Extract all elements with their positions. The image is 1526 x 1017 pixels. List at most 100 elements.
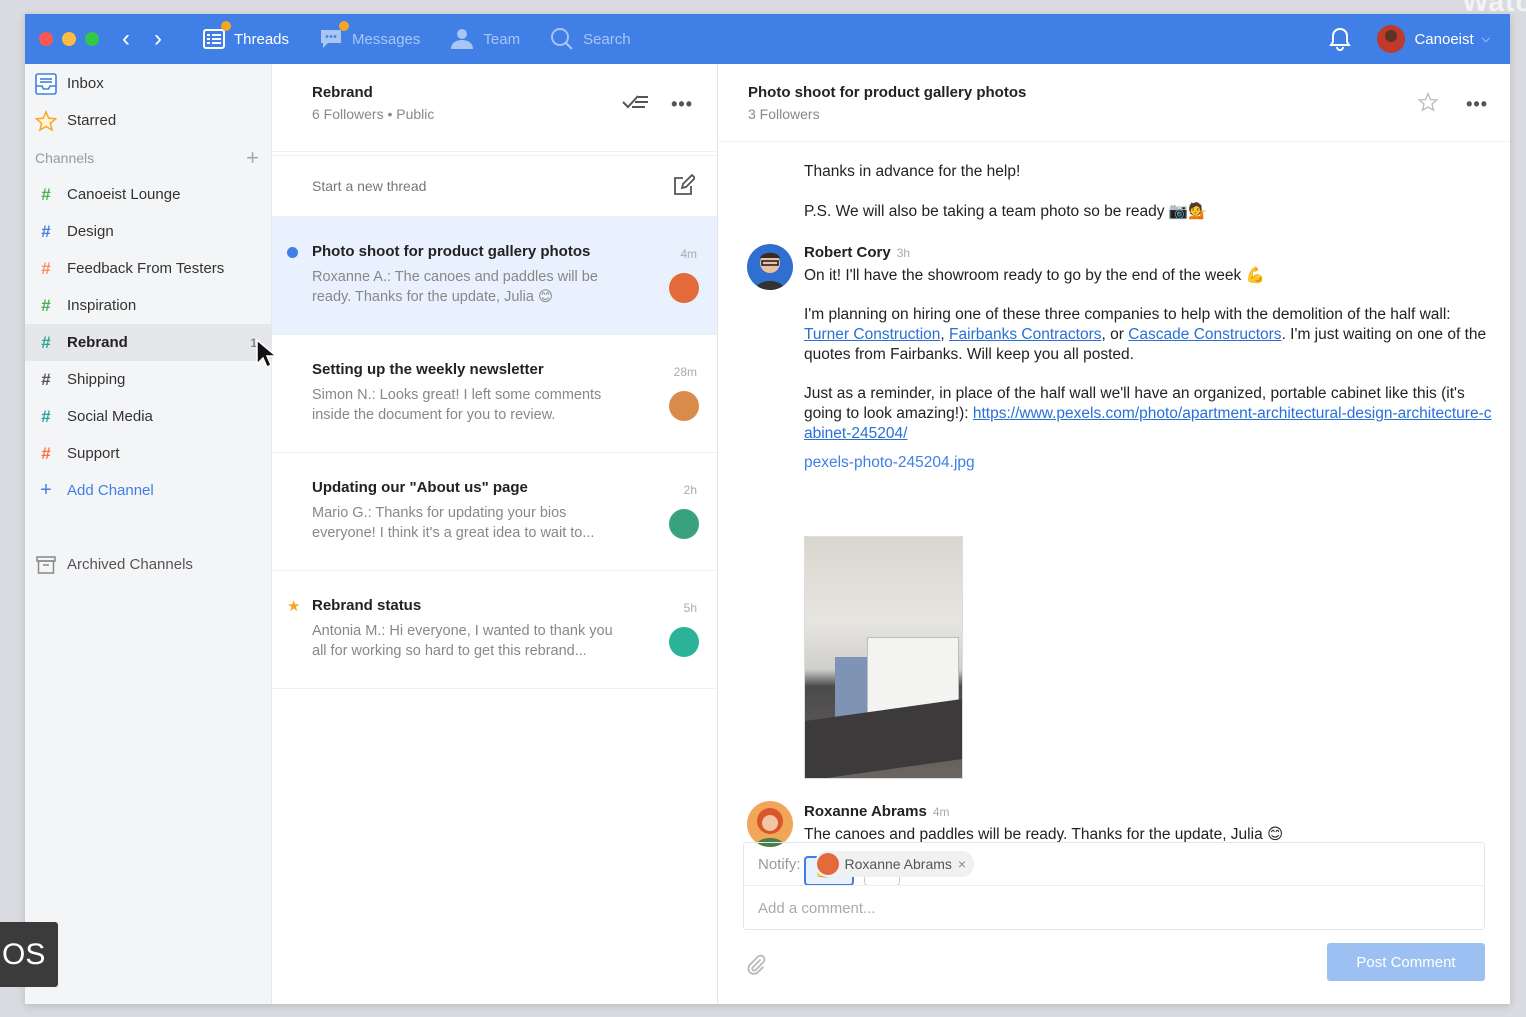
nav-threads[interactable]: Threads xyxy=(203,21,290,50)
comment-input[interactable] xyxy=(744,886,1484,930)
mark-all-read-icon[interactable] xyxy=(621,92,649,117)
message-author: Robert Cory 3h xyxy=(804,244,1494,261)
hash-icon: # xyxy=(41,258,51,278)
thread-title: Photo shoot for product gallery photos xyxy=(312,243,591,260)
star-icon: ★ xyxy=(287,598,301,615)
back-arrow-icon[interactable]: ‹ xyxy=(117,25,135,53)
sidebar-item-channel[interactable]: # Inspiration xyxy=(25,287,271,324)
thread-subtitle: 3 Followers xyxy=(748,106,820,122)
attachment-filename[interactable]: pexels-photo-245204.jpg xyxy=(804,454,1494,472)
post-comment-button[interactable]: Post Comment xyxy=(1327,943,1485,981)
sidebar-item-label: Rebrand xyxy=(67,334,128,351)
sidebar-item-channel[interactable]: # Support xyxy=(25,435,271,472)
star-icon[interactable] xyxy=(1417,91,1439,117)
sidebar-item-channel[interactable]: # Feedback From Testers xyxy=(25,250,271,287)
forward-arrow-icon[interactable]: › xyxy=(149,25,167,53)
sidebar-item-label: Shipping xyxy=(67,371,126,388)
message-text: On it! I'll have the showroom ready to g… xyxy=(804,267,1265,284)
thread-title: Rebrand status xyxy=(312,597,422,614)
start-new-thread[interactable]: Start a new thread xyxy=(272,155,717,217)
search-icon xyxy=(550,27,574,51)
sidebar-item-channel[interactable]: # Canoeist Lounge xyxy=(25,176,271,213)
channels-heading: Channels xyxy=(35,149,95,166)
nav-threads-label: Threads xyxy=(234,30,290,48)
unread-dot-icon xyxy=(287,247,298,258)
star-icon xyxy=(35,109,57,132)
team-icon xyxy=(450,28,474,50)
thread-list-item[interactable]: Updating our "About us" page Mario G.: Th… xyxy=(272,453,717,571)
minimize-window-button[interactable] xyxy=(62,32,76,46)
video-overlay-badge: OS xyxy=(0,922,58,987)
sidebar-item-starred[interactable]: Starred xyxy=(25,102,271,139)
avatar xyxy=(816,853,839,875)
plus-icon: + xyxy=(40,479,52,501)
thread-title: Setting up the weekly newsletter xyxy=(312,361,544,378)
maximize-window-button[interactable] xyxy=(85,32,99,46)
nav-search[interactable]: Search xyxy=(550,27,631,51)
nav-messages[interactable]: Messages xyxy=(319,21,421,50)
app-window: ‹ › Threads Messages Team Search Canoeis… xyxy=(25,14,1510,1004)
thread-list-item[interactable]: ★ Rebrand status Antonia M.: Hi everyone, … xyxy=(272,571,717,689)
nav-team[interactable]: Team xyxy=(450,28,520,50)
new-thread-label: Start a new thread xyxy=(312,178,427,194)
sidebar-item-channel[interactable]: # Shipping xyxy=(25,361,271,398)
sidebar-item-label: Support xyxy=(67,445,120,462)
history-nav: ‹ › xyxy=(117,25,167,53)
text-span: I'm planning on hiring one of these thre… xyxy=(804,306,1451,323)
sidebar-item-inbox[interactable]: Inbox xyxy=(25,65,271,102)
thread-title: Updating our "About us" page xyxy=(312,479,528,496)
thread-time: 5h xyxy=(683,601,697,615)
sidebar-item-channel[interactable]: # Rebrand 1 xyxy=(25,324,271,361)
turner-construction-link[interactable]: Turner Construction xyxy=(804,326,940,343)
thread-items: Photo shoot for product gallery photos Ro… xyxy=(272,217,717,689)
close-window-button[interactable] xyxy=(39,32,53,46)
thread-list-item[interactable]: Photo shoot for product gallery photos Ro… xyxy=(272,217,717,335)
avatar[interactable] xyxy=(747,801,793,847)
close-icon[interactable]: × xyxy=(958,856,966,872)
attachment-image[interactable] xyxy=(804,536,963,779)
nav-messages-label: Messages xyxy=(352,30,421,48)
channels-header: Channels + xyxy=(25,139,271,176)
window-controls xyxy=(39,32,99,46)
fairbanks-contractors-link[interactable]: Fairbanks Contractors xyxy=(949,326,1101,343)
add-channel-plus-icon[interactable]: + xyxy=(246,145,259,171)
more-options-icon[interactable]: ••• xyxy=(671,94,693,115)
author-name[interactable]: Roxanne Abrams xyxy=(804,803,927,820)
thread-title: Photo shoot for product gallery photos xyxy=(748,84,1027,101)
text-span: , or xyxy=(1101,326,1129,343)
sidebar-item-label: Design xyxy=(67,223,114,240)
chevron-down-icon[interactable]: ⌵ xyxy=(1482,33,1490,46)
sidebar-item-channel[interactable]: # Design xyxy=(25,213,271,250)
cascade-constructors-link[interactable]: Cascade Constructors xyxy=(1128,326,1281,343)
compose-icon[interactable] xyxy=(673,173,697,199)
sidebar-item-archived[interactable]: Archived Channels xyxy=(25,546,271,583)
bell-icon[interactable] xyxy=(1329,27,1352,51)
author-name[interactable]: Robert Cory xyxy=(804,244,891,261)
hash-icon: # xyxy=(41,295,51,315)
message-roxanne: Roxanne Abrams 4m The canoes and paddles … xyxy=(804,803,1494,845)
channel-actions: ••• xyxy=(621,92,693,117)
message-paragraph: I'm planning on hiring one of these thre… xyxy=(804,305,1494,365)
thread-time: 4m xyxy=(680,247,697,261)
sidebar-item-label: Canoeist Lounge xyxy=(67,186,181,203)
thread-actions: ••• xyxy=(1417,91,1488,117)
message-time: 4m xyxy=(932,805,950,819)
avatar[interactable] xyxy=(747,244,793,290)
hash-icon: # xyxy=(41,406,51,426)
thread-detail-panel: Photo shoot for product gallery photos 3… xyxy=(718,64,1510,1004)
sidebar-item-channel[interactable]: # Social Media xyxy=(25,398,271,435)
user-name[interactable]: Canoeist xyxy=(1414,31,1473,48)
image-detail xyxy=(805,698,962,778)
sidebar-item-label: Social Media xyxy=(67,408,153,425)
more-options-icon[interactable]: ••• xyxy=(1466,94,1488,115)
sidebar-item-label: Starred xyxy=(67,112,117,129)
thread-list-item[interactable]: Setting up the weekly newsletter Simon N.… xyxy=(272,335,717,453)
message-robert: Robert Cory 3h On it! I'll have the showr… xyxy=(804,244,1494,472)
messages-icon xyxy=(319,21,350,50)
add-channel-button[interactable]: + Add Channel xyxy=(25,472,271,509)
image-detail xyxy=(835,657,867,717)
archive-icon xyxy=(35,554,57,576)
notify-chip[interactable]: Roxanne Abrams × xyxy=(814,851,975,877)
avatar[interactable] xyxy=(1377,25,1406,53)
paperclip-icon[interactable] xyxy=(745,954,767,981)
